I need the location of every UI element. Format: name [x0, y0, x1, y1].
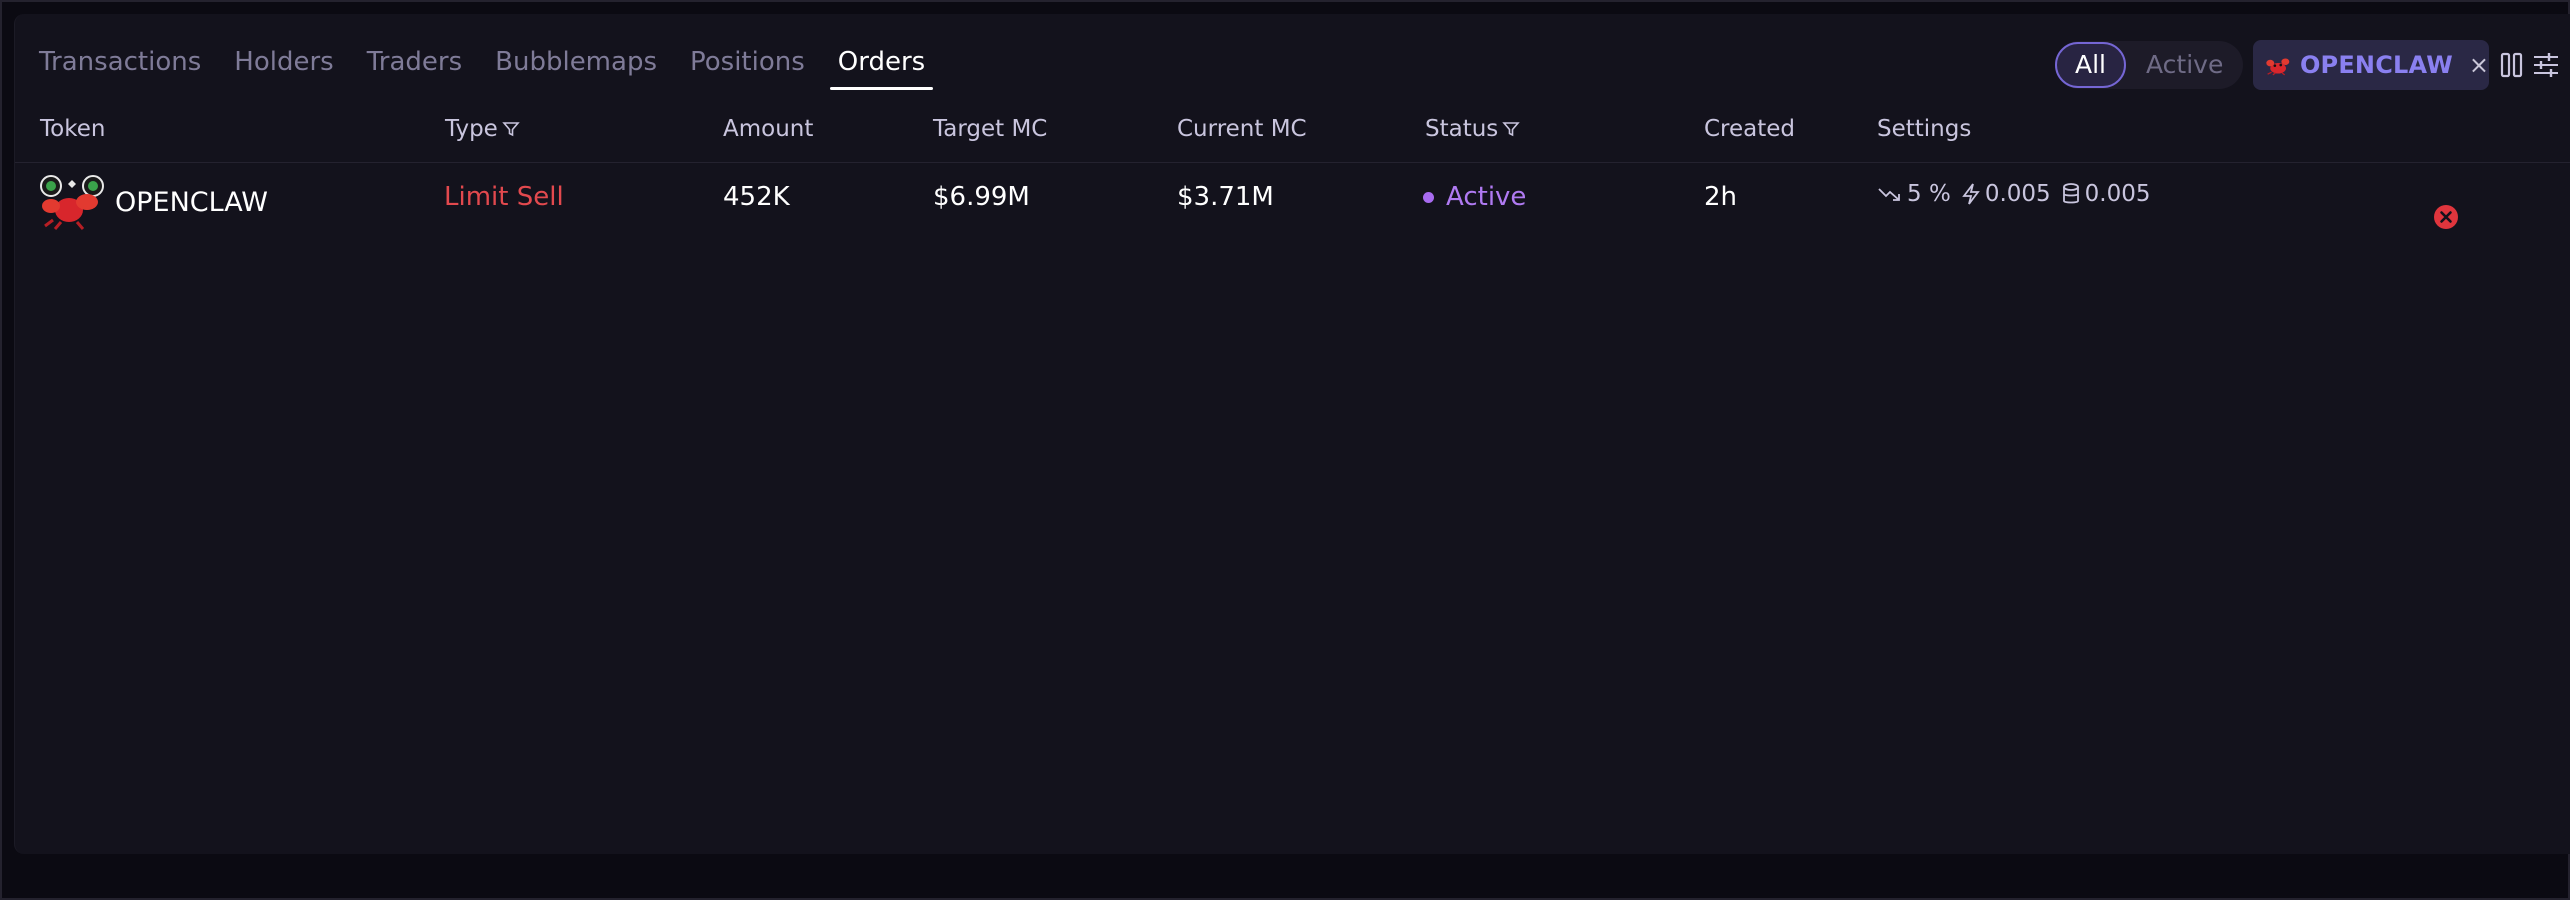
openclaw-logo	[2266, 58, 2290, 76]
col-status[interactable]: Status	[1425, 116, 1521, 142]
tab-transactions[interactable]: Transactions	[39, 34, 201, 90]
openclaw-logo	[40, 175, 104, 230]
bribe-setting: 0.005	[2061, 181, 2151, 207]
tab-bubblemaps[interactable]: Bubblemaps	[495, 34, 657, 90]
token-filter-label: OPENCLAW	[2299, 51, 2453, 79]
table-row[interactable]: OPENCLAW Limit Sell 452K $6.99M $3.71M A…	[15, 164, 2570, 236]
sliders-icon[interactable]	[2531, 50, 2561, 80]
col-type[interactable]: Type	[445, 116, 520, 142]
target-mc: $6.99M	[933, 182, 1030, 212]
order-amount: 452K	[723, 182, 790, 212]
col-created: Created	[1704, 116, 1796, 142]
tab-bar: Transactions Holders Traders Bubblemaps …	[39, 34, 966, 90]
orders-panel: Transactions Holders Traders Bubblemaps …	[14, 14, 2570, 854]
toggle-active[interactable]: Active	[2126, 42, 2243, 88]
col-target-mc: Target MC	[933, 116, 1048, 142]
token-cell[interactable]: OPENCLAW	[39, 174, 268, 230]
tab-holders[interactable]: Holders	[234, 34, 333, 90]
tab-positions[interactable]: Positions	[690, 34, 805, 90]
slippage-setting: 5 %	[1877, 181, 1951, 207]
columns-icon[interactable]	[2497, 50, 2527, 80]
status-label: Active	[1446, 182, 1527, 212]
status-dot	[1423, 191, 1434, 203]
tab-traders[interactable]: Traders	[367, 34, 462, 90]
tab-orders[interactable]: Orders	[829, 34, 934, 90]
col-token: Token	[40, 116, 106, 142]
filter-icon[interactable]	[502, 120, 520, 138]
col-settings: Settings	[1877, 116, 1972, 142]
filter-icon[interactable]	[1502, 120, 1521, 138]
current-mc: $3.71M	[1177, 182, 1274, 212]
priority-fee-setting: 0.005	[1961, 181, 2051, 207]
order-settings: 5 % 0.005 0.005	[1877, 181, 2161, 207]
order-type: Limit Sell	[444, 182, 564, 212]
database-icon	[2062, 183, 2079, 204]
lightning-icon	[1962, 183, 1980, 205]
col-current-mc: Current MC	[1177, 116, 1307, 142]
status-badge: Active	[1423, 182, 1526, 212]
table-header: Token Type Amount Target MC Current MC S…	[15, 102, 2570, 163]
token-name: OPENCLAW	[115, 186, 268, 218]
col-amount: Amount	[723, 116, 814, 142]
close-circle-icon[interactable]	[2433, 204, 2459, 230]
created-time: 2h	[1704, 182, 1738, 212]
toggle-all[interactable]: All	[2055, 42, 2126, 88]
close-icon[interactable]: ×	[2469, 51, 2489, 79]
trend-down-icon	[1878, 188, 1900, 201]
token-filter-chip[interactable]: OPENCLAW ×	[2253, 40, 2489, 90]
status-toggle: All Active	[2055, 41, 2244, 89]
